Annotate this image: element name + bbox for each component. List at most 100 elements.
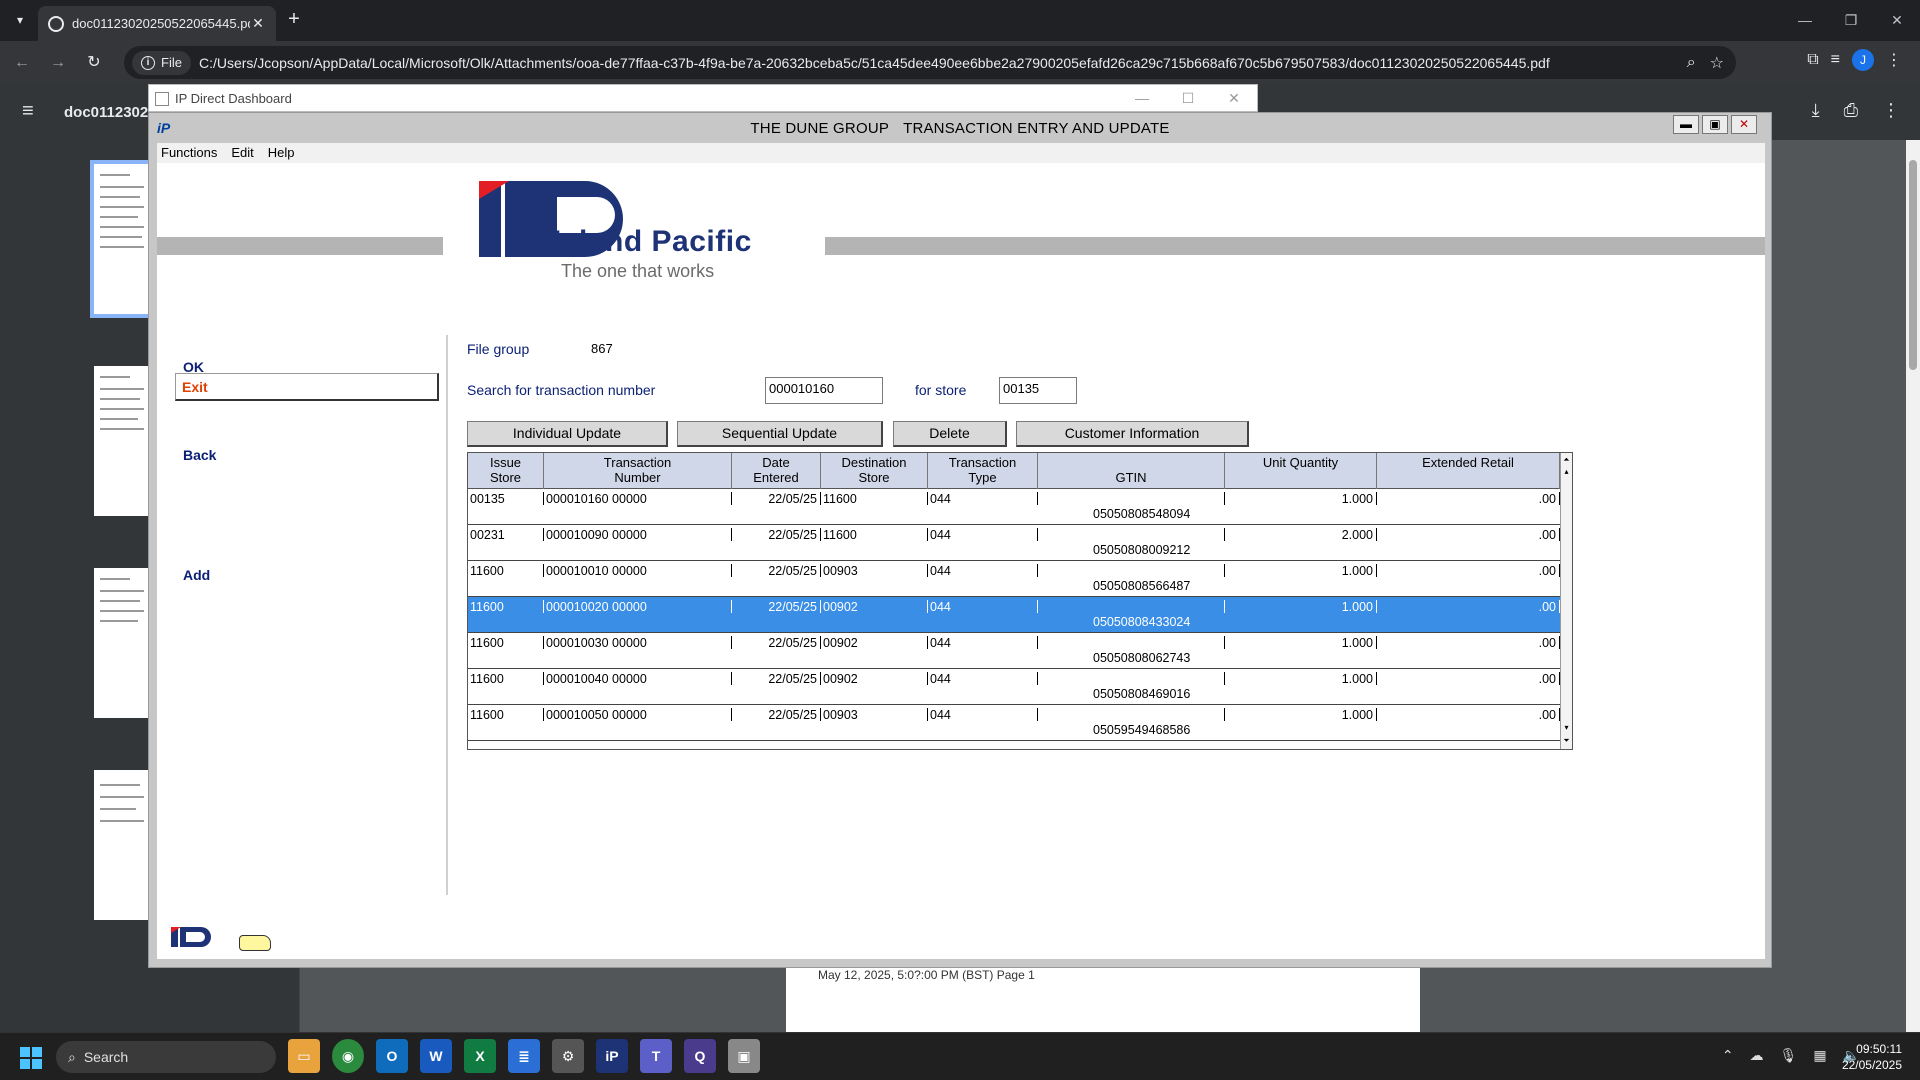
scroll-top-icon[interactable]: ⏶	[1562, 455, 1571, 465]
table-row[interactable]: 11600 000010020 00000 22/05/25 00902 044 1.00…	[468, 597, 1560, 633]
pdf-thumbnail-3[interactable]	[94, 568, 150, 718]
app-window-icon[interactable]: ▣	[728, 1039, 760, 1073]
cell-date: 22/05/25	[732, 525, 821, 561]
cell-retail: .00	[1377, 597, 1560, 633]
table-row[interactable]: 11600 000010030 00000 22/05/25 00902 044 1.00…	[468, 633, 1560, 669]
search-app-icon[interactable]: Q	[684, 1039, 716, 1073]
new-tab-plus-icon[interactable]: +	[282, 8, 306, 32]
dashboard-close-icon[interactable]: ✕	[1211, 85, 1257, 112]
table-row[interactable]: 11600 000010040 00000 22/05/25 00902 044 1.00…	[468, 669, 1560, 705]
outlook-icon[interactable]: O	[376, 1039, 408, 1073]
pdf-scrollbar[interactable]	[1906, 140, 1920, 1032]
ip-direct-icon[interactable]: iP	[596, 1039, 628, 1073]
restore-icon[interactable]: ❐	[1828, 0, 1874, 41]
menu-help[interactable]: Help	[268, 143, 295, 163]
col-date-entered[interactable]: Date Entered	[732, 453, 821, 489]
cell-qty: 1.000	[1225, 669, 1377, 705]
tray-chevron-icon[interactable]: ⌃	[1722, 1047, 1734, 1064]
address-bar[interactable]: i File C:/Users/Jcopson/AppData/Local/Mi…	[124, 46, 1736, 79]
excel-icon[interactable]: X	[464, 1039, 496, 1073]
scroll-bottom-icon[interactable]: ⏷	[1562, 736, 1571, 746]
cell-dest: 00902	[821, 669, 928, 705]
col-destination-store[interactable]: Destination Store	[821, 453, 928, 489]
store-input[interactable]: 00135	[999, 377, 1077, 404]
sequential-update-button[interactable]: Sequential Update	[677, 421, 883, 447]
cell-date: 22/05/25	[732, 561, 821, 597]
col-unit-quantity[interactable]: Unit Quantity	[1225, 453, 1377, 489]
app-title-company: THE DUNE GROUP	[750, 120, 890, 137]
cell-issue: 11600	[468, 669, 544, 705]
bookmark-star-icon[interactable]: ☆	[1710, 53, 1724, 73]
app-minimize-icon[interactable]: ▬	[1673, 115, 1699, 134]
table-row[interactable]: 00231 000010090 00000 22/05/25 11600 044 2.00…	[468, 525, 1560, 561]
settings-gear-icon[interactable]: ⚙	[552, 1039, 584, 1073]
profile-avatar[interactable]: J	[1852, 49, 1874, 71]
zoom-magnifier-icon[interactable]: ⌕	[1687, 54, 1696, 72]
cell-dest: 00903	[821, 561, 928, 597]
taskbar-search-label: Search	[83, 1049, 129, 1065]
url-text[interactable]: C:/Users/Jcopson/AppData/Local/Microsoft…	[199, 55, 1687, 71]
individual-update-button[interactable]: Individual Update	[467, 421, 668, 447]
file-explorer-icon[interactable]: ▭	[288, 1039, 320, 1073]
word-icon[interactable]: W	[420, 1039, 452, 1073]
transaction-number-input[interactable]: 000010160	[765, 377, 883, 404]
nav-add[interactable]: Add	[183, 567, 210, 583]
download-icon[interactable]: ⤓	[1812, 100, 1820, 121]
network-icon[interactable]: ▦	[1813, 1047, 1826, 1064]
table-row[interactable]: 00135 000010160 00000 22/05/25 11600 044 1.00…	[468, 489, 1560, 525]
scroll-down-icon[interactable]: ▾	[1562, 723, 1571, 733]
pdf-thumbnail-4[interactable]	[94, 770, 150, 920]
notepad-icon[interactable]: ≣	[508, 1039, 540, 1073]
pdf-thumbnail-2[interactable]	[94, 366, 150, 516]
file-group-label: File group	[467, 341, 530, 357]
col-transaction-number[interactable]: Transaction Number	[544, 453, 732, 489]
nav-exit[interactable]: Exit	[175, 373, 439, 401]
tab-close-icon[interactable]: ✕	[250, 15, 266, 32]
reading-list-icon[interactable]: ≡	[1831, 51, 1840, 69]
nav-back[interactable]: Back	[183, 447, 216, 463]
forward-arrow-icon[interactable]: →	[44, 49, 72, 77]
close-window-icon[interactable]: ✕	[1874, 0, 1920, 41]
pointer-hand-icon[interactable]	[239, 935, 271, 951]
menu-functions[interactable]: Functions	[161, 143, 217, 163]
customer-information-button[interactable]: Customer Information	[1016, 421, 1249, 447]
app-maximize-icon[interactable]: ▣	[1702, 115, 1728, 134]
taskbar-search[interactable]: ⌕ Search	[56, 1041, 276, 1073]
col-extended-retail[interactable]: Extended Retail	[1377, 453, 1560, 489]
onedrive-cloud-icon[interactable]: ☁	[1750, 1047, 1764, 1064]
col-issue-store[interactable]: Issue Store	[468, 453, 544, 489]
reload-icon[interactable]: ↻	[80, 49, 108, 77]
scroll-up-icon[interactable]: ▴	[1562, 467, 1571, 477]
pdf-thumbnail-1[interactable]	[90, 160, 154, 318]
col-transaction-type[interactable]: Transaction Type	[928, 453, 1038, 489]
print-icon[interactable]: ⎙	[1844, 100, 1858, 121]
dashboard-app-icon	[155, 92, 169, 106]
browser-menu-icon[interactable]: ⋮	[1886, 50, 1902, 70]
minimize-icon[interactable]: —	[1782, 0, 1828, 41]
footer-ip-logo	[171, 925, 217, 952]
pdf-sidebar-menu-icon[interactable]: ≡	[22, 100, 44, 122]
dashboard-minimize-icon[interactable]: —	[1119, 85, 1165, 112]
tab-search-chevron-icon[interactable]: ▾	[8, 8, 32, 32]
teams-icon[interactable]: T	[640, 1039, 672, 1073]
cell-trans: 000010040 00000	[544, 669, 732, 705]
chrome-icon[interactable]: ◉	[332, 1039, 364, 1073]
delete-button[interactable]: Delete	[893, 421, 1007, 447]
grid-vertical-scrollbar[interactable]: ⏶ ▴ ▾ ⏷	[1560, 453, 1572, 749]
taskbar-clock[interactable]: 09:50:11 22/05/2025	[1842, 1041, 1902, 1073]
menu-edit[interactable]: Edit	[231, 143, 253, 163]
extensions-puzzle-icon[interactable]: ⧉	[1807, 51, 1818, 69]
table-row[interactable]: 11600 000010010 00000 22/05/25 00903 044 1.00…	[468, 561, 1560, 597]
table-row[interactable]: 11600 000010050 00000 22/05/25 00903 044 1.00…	[468, 705, 1560, 741]
microphone-icon[interactable]: 🎙	[1780, 1047, 1798, 1064]
back-arrow-icon[interactable]: ←	[8, 49, 36, 77]
app-titlebar: iP THE DUNE GROUP TRANSACTION ENTRY AND U…	[149, 113, 1771, 141]
app-close-icon[interactable]: ✕	[1731, 115, 1757, 134]
site-info-chip[interactable]: i File	[132, 50, 191, 75]
cell-trans: 000010010 00000	[544, 561, 732, 597]
col-gtin[interactable]: GTIN	[1038, 453, 1225, 489]
windows-start-icon[interactable]	[20, 1047, 42, 1069]
dashboard-maximize-icon[interactable]: ☐	[1165, 85, 1211, 112]
pdf-more-icon[interactable]: ⋮	[1882, 100, 1900, 121]
browser-tab-active[interactable]: doc01123020250522065445.pdf ✕	[38, 6, 276, 41]
